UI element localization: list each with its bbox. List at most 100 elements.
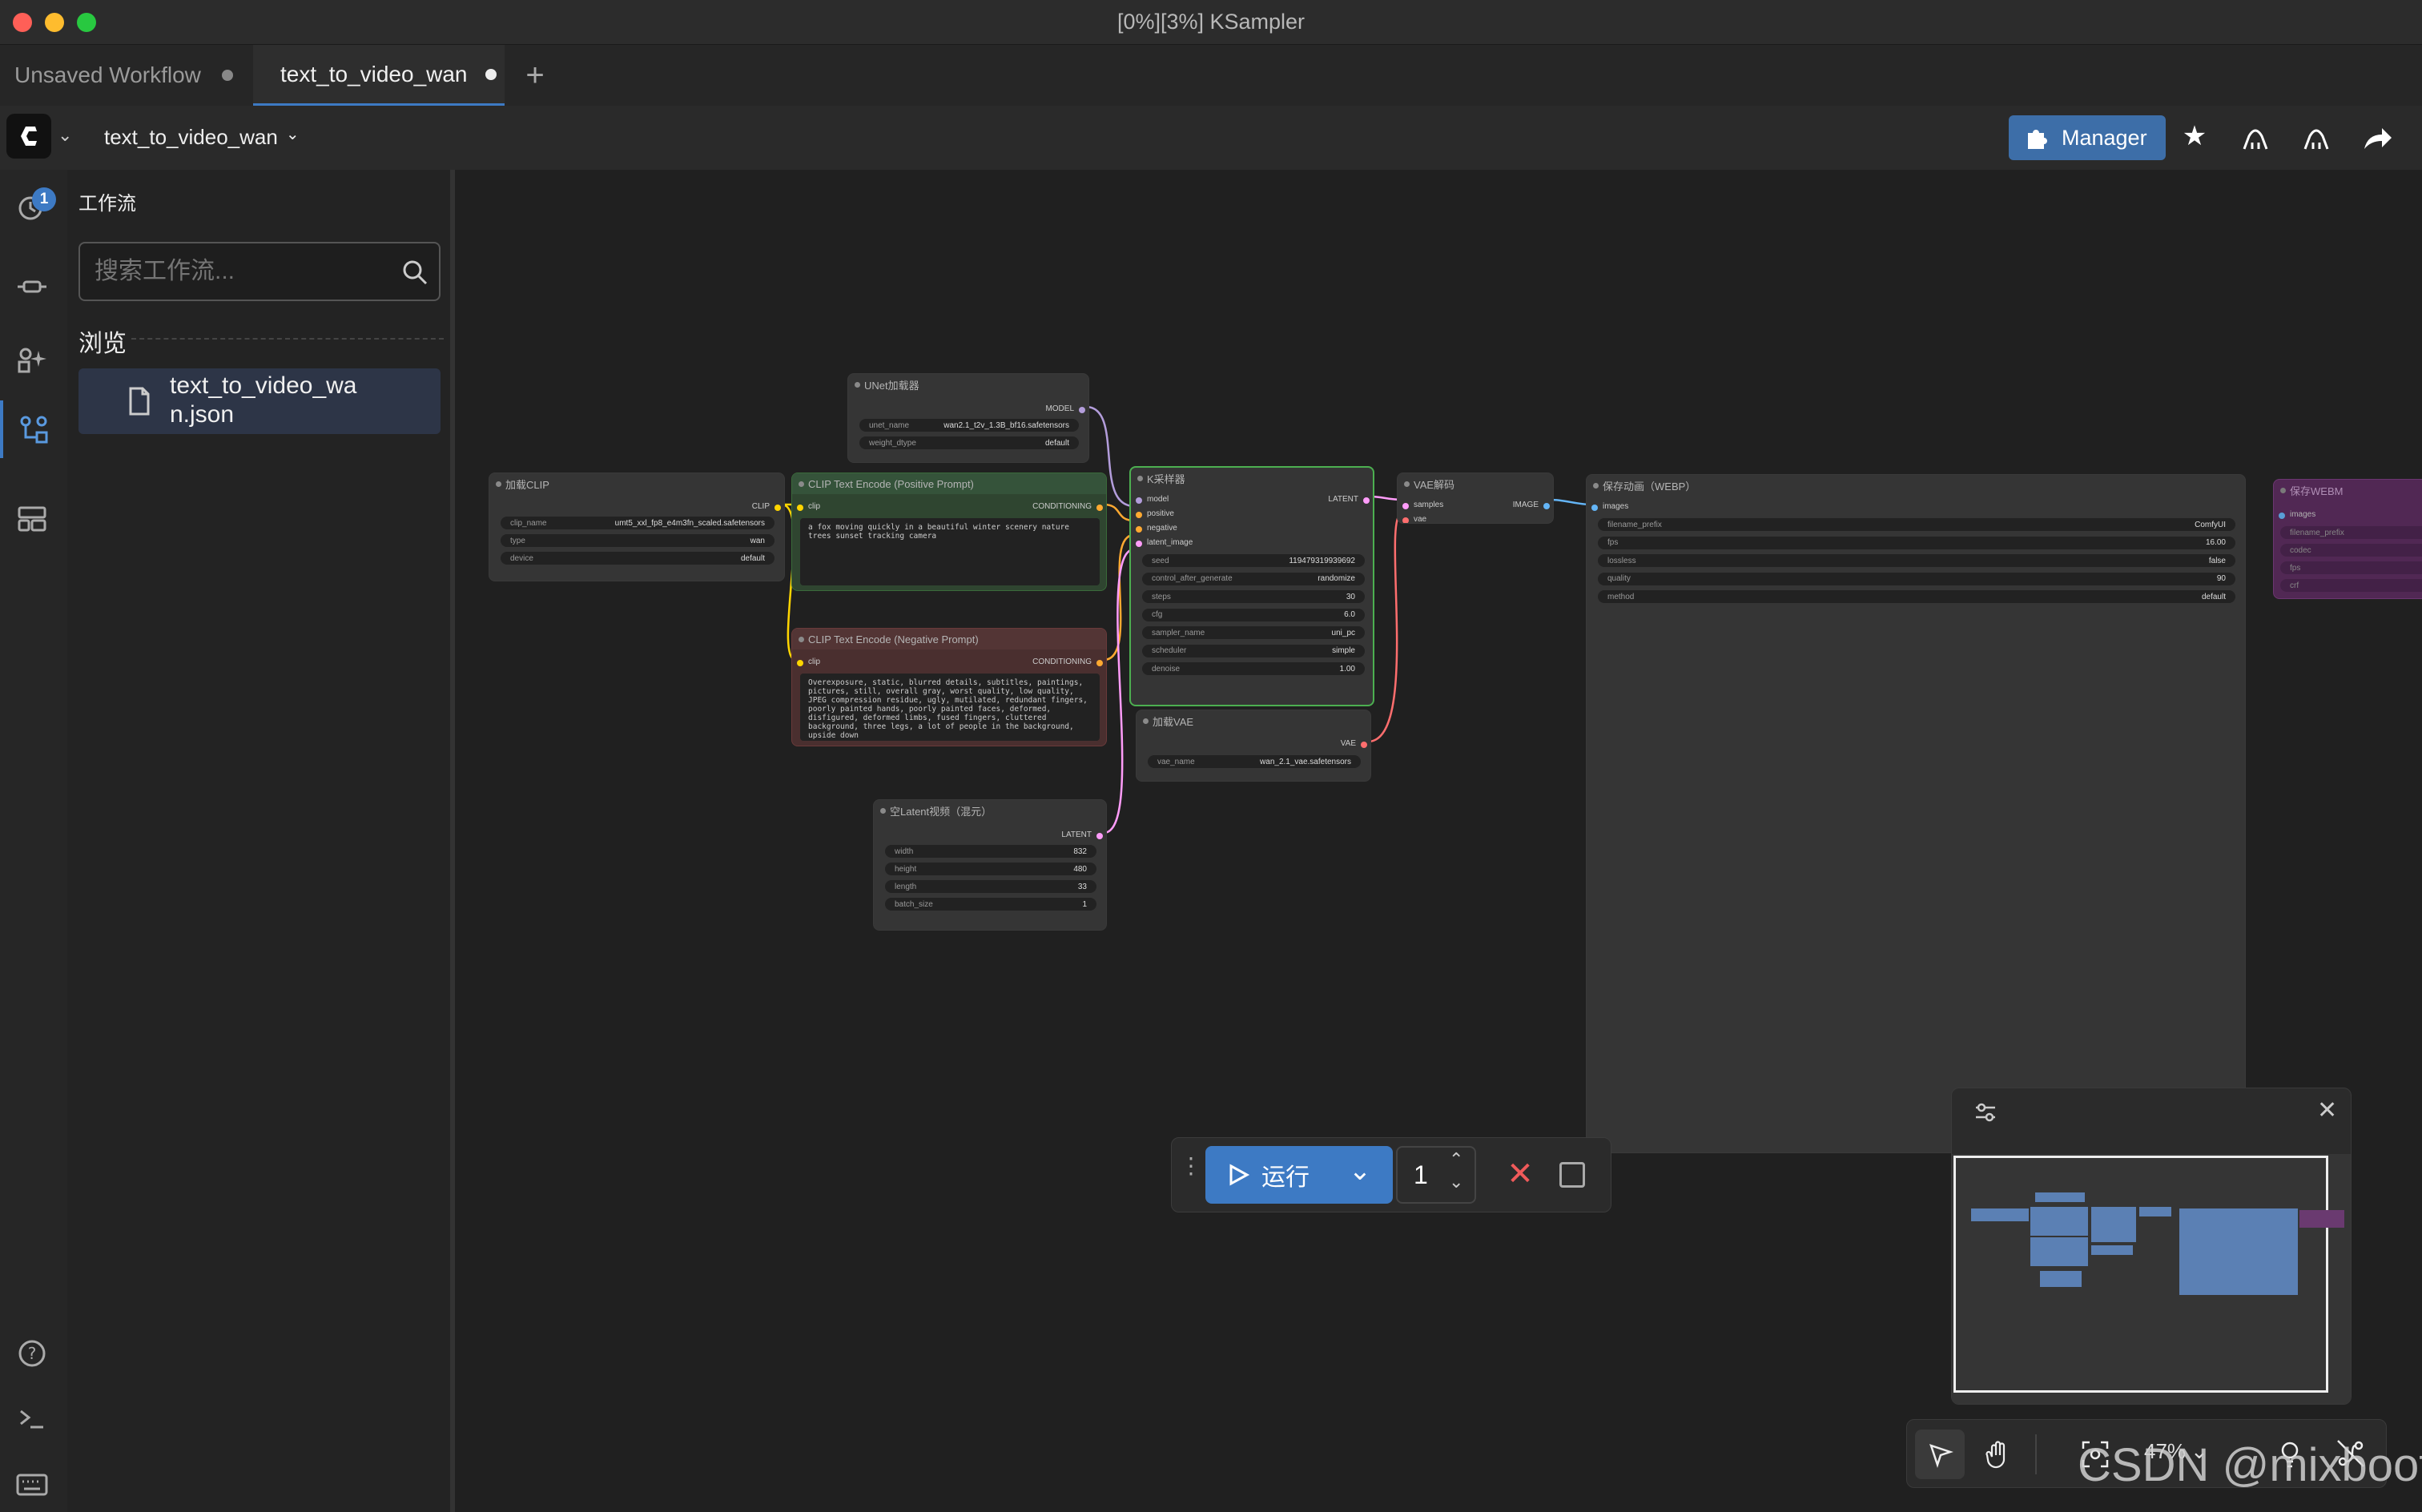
model-library-icon[interactable] <box>14 269 50 304</box>
output-port-dot[interactable] <box>1543 503 1550 509</box>
batch-count-stepper[interactable]: 1 ⌃ ⌄ <box>1396 1146 1476 1204</box>
queue-icon[interactable] <box>2300 122 2332 154</box>
input-port-dot[interactable] <box>1136 541 1142 547</box>
output-label: CONDITIONING <box>1032 657 1092 666</box>
node-widget[interactable]: seed 119479319939692 <box>1142 554 1365 567</box>
node-widget[interactable]: cfg 6.0 <box>1142 608 1365 621</box>
widget-label: method <box>1607 592 1635 601</box>
run-button[interactable]: 运行 <box>1205 1146 1327 1204</box>
widget-label: steps <box>1152 592 1171 601</box>
widget-value: 90 <box>2216 574 2226 583</box>
logo-menu-chevron-icon[interactable]: ⌄ <box>58 125 72 146</box>
input-port-dot[interactable] <box>797 505 803 511</box>
manager-button[interactable]: Manager <box>2009 115 2166 160</box>
node-widget[interactable]: denoise 1.00 <box>1142 662 1365 675</box>
minimap-settings-icon[interactable] <box>1973 1100 1998 1125</box>
node-library-icon[interactable] <box>2239 122 2271 154</box>
input-port-dot[interactable] <box>1136 512 1142 518</box>
comfy-logo-icon[interactable] <box>6 114 51 159</box>
input-port-dot[interactable] <box>2279 513 2285 519</box>
node-positive-prompt[interactable]: CLIP Text Encode (Positive Prompt) clip CO… <box>791 472 1107 591</box>
workflows-sidebar-button[interactable] <box>0 400 67 458</box>
tab-text-to-video-wan[interactable]: text_to_video_wan <box>253 45 505 106</box>
node-widget[interactable]: method default <box>1598 590 2235 603</box>
output-port-dot[interactable] <box>1363 497 1370 504</box>
node-save-animated-webp[interactable]: 保存动画（WEBP） images filename_prefix ComfyUI fp… <box>1586 474 2246 1153</box>
widget-filename-prefix[interactable]: filename_prefix <box>2280 526 2422 539</box>
new-tab-button[interactable]: + <box>519 59 551 93</box>
node-widget[interactable]: width 832 <box>885 845 1096 858</box>
widget-label: denoise <box>1152 664 1181 674</box>
input-port-dot[interactable] <box>797 660 803 666</box>
workflow-file-item[interactable]: text_to_video_wa n.json <box>78 368 441 434</box>
node-widget[interactable]: device default <box>501 552 774 565</box>
output-port-dot[interactable] <box>1096 833 1103 839</box>
templates-icon[interactable] <box>14 501 50 537</box>
node-save-webm[interactable]: 保存WEBM images filename_prefix codec fps … <box>2273 479 2422 599</box>
cancel-run-button[interactable]: ✕ <box>1500 1154 1540 1194</box>
node-widget[interactable]: height 480 <box>885 863 1096 875</box>
output-port-dot[interactable] <box>774 505 781 511</box>
node-widget[interactable]: type wan <box>501 534 774 547</box>
node-widget[interactable]: length 33 <box>885 880 1096 893</box>
node-widget[interactable]: clip_name umt5_xxl_fp8_e4m3fn_scaled.safe… <box>501 517 774 529</box>
help-icon[interactable]: ? <box>14 1336 50 1371</box>
output-port-dot[interactable] <box>1096 660 1103 666</box>
workflow-name-dropdown[interactable]: text_to_video_wan ⌄ <box>104 125 300 150</box>
panel-title: 工作流 <box>78 193 136 215</box>
node-empty-latent-video[interactable]: 空Latent视频（混元） LATENT width 832 height 480 leng… <box>873 799 1107 931</box>
increment-icon[interactable]: ⌃ <box>1449 1149 1463 1170</box>
node-widget[interactable]: sampler_name uni_pc <box>1142 626 1365 639</box>
node-widget[interactable]: fps 16.00 <box>1598 536 2235 549</box>
keyboard-icon[interactable] <box>14 1467 50 1502</box>
prompt-textarea[interactable]: Overexposure, static, blurred details, s… <box>800 674 1100 741</box>
input-port-dot[interactable] <box>1136 526 1142 533</box>
share-icon[interactable] <box>2361 123 2393 152</box>
node-negative-prompt[interactable]: CLIP Text Encode (Negative Prompt) clip CO… <box>791 628 1107 746</box>
node-widget[interactable]: batch_size 1 <box>885 898 1096 911</box>
search-icon[interactable] <box>400 258 429 287</box>
widget-value: 33 <box>1077 882 1087 891</box>
select-tool-button[interactable] <box>1915 1430 1965 1479</box>
output-port-dot[interactable] <box>1079 407 1085 413</box>
widget-codec[interactable]: codec <box>2280 544 2422 557</box>
decrement-icon[interactable]: ⌄ <box>1449 1172 1463 1192</box>
queue-history-button[interactable]: 1 <box>13 186 56 226</box>
search-input[interactable] <box>95 255 391 288</box>
stop-button[interactable] <box>1559 1162 1585 1188</box>
star-icon[interactable]: ★ <box>2177 120 2212 155</box>
minimap-panel[interactable]: ✕ <box>1951 1088 2352 1405</box>
node-widget[interactable]: quality 90 <box>1598 572 2235 585</box>
hand-tool-icon[interactable] <box>1982 1439 2014 1471</box>
node-load-clip[interactable]: 加载CLIP CLIP clip_name umt5_xxl_fp8_e4m3fn_s… <box>489 472 785 581</box>
widget-crf[interactable]: crf <box>2280 579 2422 592</box>
node-widget[interactable]: unet_name wan2.1_t2v_1.3B_bf16.safetensor… <box>859 419 1079 432</box>
node-templates-icon[interactable] <box>14 344 50 380</box>
input-port-dot[interactable] <box>1402 503 1409 509</box>
node-widget[interactable]: steps 30 <box>1142 590 1365 603</box>
minimap-node <box>2030 1237 2088 1266</box>
output-port-dot[interactable] <box>1361 742 1367 748</box>
minimap-view[interactable] <box>1952 1154 2351 1404</box>
node-load-vae[interactable]: 加载VAE VAE vae_name wan_2.1_vae.safetensors <box>1136 710 1371 782</box>
node-vae-decode[interactable]: VAE解码 samples vae IMAGE <box>1397 472 1554 524</box>
node-widget[interactable]: vae_name wan_2.1_vae.safetensors <box>1148 755 1361 768</box>
node-unet-loader[interactable]: UNet加载器 MODEL unet_name wan2.1_t2v_1.3B_bf1… <box>847 373 1089 463</box>
node-widget[interactable]: scheduler simple <box>1142 644 1365 657</box>
input-port-dot[interactable] <box>1591 505 1598 511</box>
node-widget[interactable]: filename_prefix ComfyUI <box>1598 518 2235 531</box>
tab-unsaved-workflow[interactable]: Unsaved Workflow <box>0 45 250 106</box>
node-widget[interactable]: control_after_generate randomize <box>1142 572 1365 585</box>
run-mode-dropdown[interactable]: ⌄ <box>1327 1146 1393 1204</box>
minimap-close-icon[interactable]: ✕ <box>2317 1096 2337 1124</box>
input-port-dot[interactable] <box>1136 497 1142 504</box>
node-ksampler[interactable]: K采样器 model positive negative latent_image LAT… <box>1129 466 1374 706</box>
node-widget[interactable]: weight_dtype default <box>859 436 1079 449</box>
widget-fps[interactable]: fps <box>2280 561 2422 574</box>
terminal-icon[interactable] <box>14 1401 50 1437</box>
output-port-dot[interactable] <box>1096 505 1103 511</box>
input-port-dot[interactable] <box>1402 517 1409 523</box>
workflow-search-box[interactable] <box>78 242 441 301</box>
node-widget[interactable]: lossless false <box>1598 554 2235 567</box>
prompt-textarea[interactable]: a fox moving quickly in a beautiful wint… <box>800 518 1100 585</box>
